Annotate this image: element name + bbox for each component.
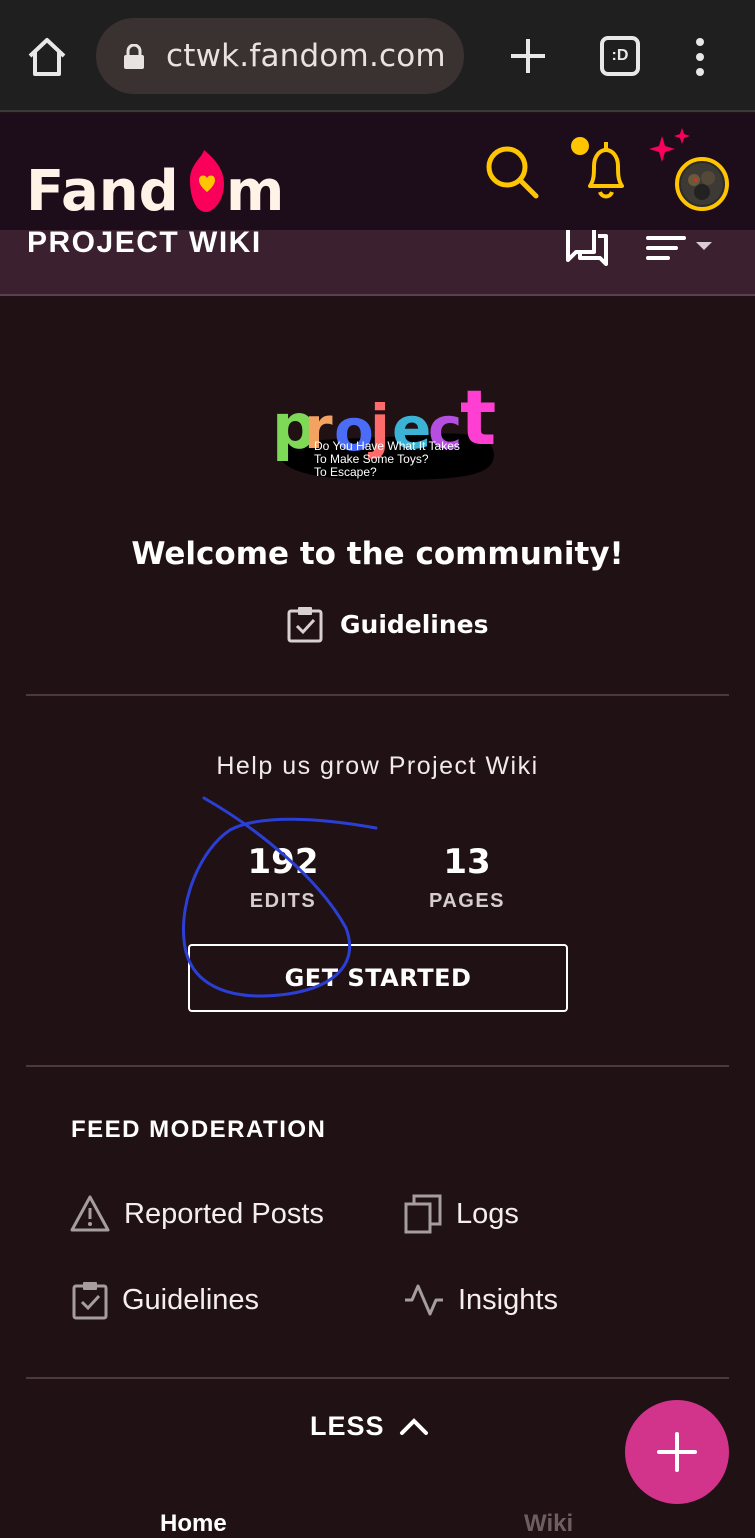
clipboard-check-icon xyxy=(287,607,323,643)
community-logo: p r o j e c t Do You Have What It Takes … xyxy=(272,376,496,480)
logs-link[interactable]: Logs xyxy=(404,1192,519,1236)
notifications-bell-icon[interactable] xyxy=(568,136,630,200)
plus-icon xyxy=(657,1432,697,1472)
help-grow-text: Help us grow Project Wiki xyxy=(216,752,539,780)
logs-label: Logs xyxy=(456,1197,519,1230)
less-toggle-button[interactable]: LESS xyxy=(310,1404,429,1448)
edits-count: 192 xyxy=(247,842,319,882)
wiki-local-nav: PROJECT WIKI xyxy=(0,226,755,296)
logs-icon xyxy=(404,1194,442,1234)
insights-link[interactable]: Insights xyxy=(404,1278,558,1322)
divider xyxy=(26,1065,729,1067)
feed-moderation-title: FEED MODERATION xyxy=(71,1116,327,1143)
fandom-global-nav: Fand m xyxy=(0,114,755,230)
divider xyxy=(26,694,729,696)
search-icon[interactable] xyxy=(484,144,540,200)
pages-label: PAGES xyxy=(428,890,506,912)
clipboard-check-icon xyxy=(72,1282,108,1320)
reported-posts-label: Reported Posts xyxy=(124,1197,324,1230)
insights-label: Insights xyxy=(458,1283,558,1316)
welcome-heading: Welcome to the community! xyxy=(131,536,624,572)
edits-stat: 192 EDITS xyxy=(193,842,373,913)
activity-icon xyxy=(405,1284,443,1316)
feed-guidelines-label: Guidelines xyxy=(122,1283,260,1316)
tab-switcher-button[interactable]: :D xyxy=(600,36,640,76)
less-label: LESS xyxy=(310,1410,385,1441)
wiki-title[interactable]: PROJECT WIKI xyxy=(27,226,262,260)
feed-guidelines-link[interactable]: Guidelines xyxy=(72,1278,259,1322)
address-bar[interactable]: ctwk.fandom.com xyxy=(96,18,464,94)
wiki-menu-icon[interactable] xyxy=(646,234,716,264)
svg-text:Fand: Fand xyxy=(26,159,179,220)
svg-text:t: t xyxy=(460,376,496,462)
community-guidelines-link[interactable]: Guidelines xyxy=(286,604,489,644)
svg-text:m: m xyxy=(226,159,284,220)
new-tab-icon[interactable] xyxy=(508,36,548,76)
warning-icon xyxy=(70,1195,110,1232)
pages-count: 13 xyxy=(443,842,491,882)
logo-tagline-3: To Escape? xyxy=(314,465,377,479)
home-icon[interactable] xyxy=(24,34,70,80)
more-menu-icon[interactable] xyxy=(688,34,712,80)
logo-tagline-2: To Make Some Toys? xyxy=(314,452,429,466)
divider xyxy=(26,1377,729,1379)
url-text: ctwk.fandom.com xyxy=(166,38,446,74)
reported-posts-link[interactable]: Reported Posts xyxy=(70,1192,324,1236)
browser-toolbar: ctwk.fandom.com :D xyxy=(0,0,755,112)
guidelines-label: Guidelines xyxy=(340,609,489,639)
get-started-button[interactable]: GET STARTED xyxy=(188,944,568,1012)
fandom-logo[interactable]: Fand m xyxy=(26,144,286,220)
tab-home[interactable]: Home xyxy=(160,1510,227,1538)
chevron-up-icon xyxy=(399,1418,428,1435)
discussions-icon[interactable] xyxy=(564,230,610,266)
user-avatar[interactable] xyxy=(648,126,732,214)
logo-tagline-1: Do You Have What It Takes xyxy=(314,439,460,453)
tab-wiki[interactable]: Wiki xyxy=(524,1510,573,1538)
lock-icon xyxy=(124,44,144,69)
pages-stat: 13 PAGES xyxy=(377,842,557,913)
create-fab-button[interactable] xyxy=(625,1400,729,1504)
edits-label: EDITS xyxy=(249,890,317,912)
